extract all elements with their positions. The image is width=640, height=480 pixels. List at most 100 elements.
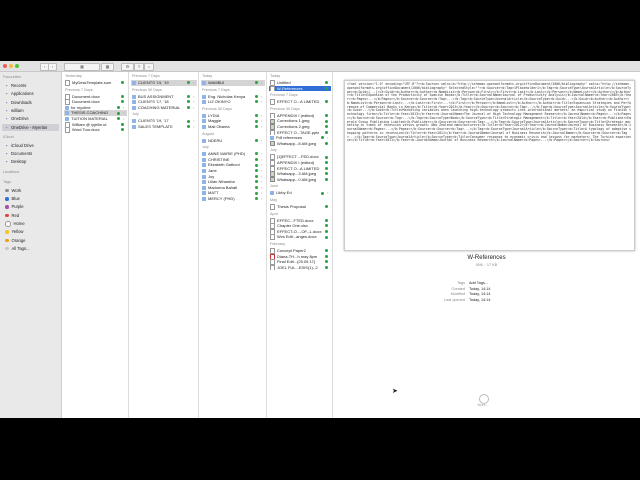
sidebar-item-label: Purple (11, 204, 24, 210)
close-window-button[interactable] (3, 64, 7, 68)
folder-icon (202, 191, 206, 196)
item-name: Maggie (208, 118, 222, 124)
sidebar-item[interactable]: Blue (2, 195, 59, 202)
folder-icon (202, 138, 206, 143)
folder-row[interactable]: SALES TEMPLATE › (131, 124, 197, 130)
sync-status-icon (321, 191, 324, 195)
folder-row[interactable]: Mali Obama › (201, 124, 265, 130)
sidebar-item[interactable]: Work (2, 187, 59, 194)
sidebar-item[interactable]: Home (2, 220, 59, 227)
sidebar-section-header: Tags (3, 179, 12, 184)
action-gear-icon[interactable]: ⚙ (121, 63, 134, 71)
date-group-header: July (202, 145, 209, 150)
column-3[interactable]: Today WAMBUI › Previous 7 Days Eng. Nicholas… (199, 72, 267, 418)
item-name: TUITION MATERIAL (71, 116, 108, 121)
date-group-header: July (270, 148, 277, 153)
tag-icon[interactable]: ○ (144, 63, 154, 71)
tag-color-dot-icon (5, 221, 11, 227)
folder-row[interactable]: MERCY (PHD) › (201, 196, 265, 202)
sidebar-item[interactable]: Yellow (2, 228, 59, 235)
sync-status-icon (325, 249, 328, 253)
sync-status-icon (325, 113, 328, 117)
sync-status-icon (255, 119, 258, 123)
sidebar-item[interactable]: ▪ Desktop (2, 158, 59, 165)
chevron-right-icon: › (193, 124, 195, 129)
folder-icon (202, 163, 206, 168)
item-name: Concept Paper2 (277, 248, 306, 254)
file-row[interactable]: JOEL FUL...ESIS(1)--2 (269, 264, 331, 271)
sidebar-item-label: OneDrive (11, 116, 29, 122)
item-name: Jane (208, 168, 217, 173)
sidebar-item-label: william (11, 107, 24, 113)
file-row[interactable]: W-References (269, 85, 331, 92)
sync-status-icon (325, 141, 328, 145)
column-1[interactable]: Yesterday MyDeskTemplate.sum Previous 7 Da… (62, 72, 129, 418)
file-row[interactable]: Word Tour.docx (64, 127, 127, 133)
sidebar-item[interactable]: ▪ OneDrive (2, 115, 59, 122)
file-row[interactable]: EFFECT O...A LIMITED (269, 99, 331, 105)
sidebar-item[interactable]: ▪ Applications (2, 90, 59, 97)
item-name: Document.docx (72, 99, 100, 105)
sync-status-icon (325, 161, 328, 165)
file-row[interactable]: Whatsapp...0 AM.jpeg (269, 177, 331, 183)
sidebar-item[interactable]: ▪ Downloads (2, 99, 59, 106)
applications-icon: ▪ (5, 91, 8, 97)
file-row[interactable]: Thesis Proposal (269, 204, 331, 210)
folder-row[interactable]: LIZ OKINYO › (201, 99, 265, 105)
file-row[interactable]: Whatsapp...8 AM.jpeg (269, 141, 331, 147)
sidebar-item[interactable]: ▪ iCloud Drive (2, 142, 59, 149)
folder-row[interactable]: NDERU › (201, 138, 265, 144)
date-group-header: Previous 7 Days (270, 93, 298, 98)
sidebar-item[interactable]: Purple (2, 203, 59, 210)
sidebar-item[interactable]: ▪ Recents (2, 82, 59, 89)
metadata-value: Today, 14:14 (469, 297, 491, 302)
clock-icon: ▪ (5, 83, 8, 88)
file-row[interactable]: Wvs Edit...anges.docx (269, 234, 331, 240)
folder-row[interactable]: WAMBUI › (201, 80, 265, 86)
sync-status-icon (255, 152, 258, 156)
item-name: Diana-TH...h may 8pm (277, 253, 318, 259)
share-icon[interactable]: ⇪ (134, 63, 144, 71)
folder-icon (65, 116, 69, 121)
document-icon (65, 80, 70, 86)
item-name: THESIS COACHING (71, 110, 109, 116)
item-name: Chapter One.xlsx (277, 223, 308, 229)
forward-button[interactable]: › (48, 63, 57, 71)
sync-status-icon (255, 169, 258, 173)
document-icon (270, 85, 275, 92)
minimize-window-button[interactable] (9, 64, 13, 68)
chevron-right-icon: › (261, 196, 263, 201)
folder-icon (65, 111, 69, 116)
item-name: Thesis Proposal (277, 204, 306, 210)
item-name: Libby Ed (276, 190, 292, 196)
date-group-header: February (270, 242, 286, 246)
sync-status-icon (187, 105, 190, 109)
file-row[interactable]: MyDeskTemplate.sum (64, 80, 127, 86)
sidebar-item-label: Desktop (11, 159, 27, 165)
folder-row[interactable]: CLIENTS '19, '19 › (131, 80, 197, 86)
group-button[interactable]: ▦ (101, 63, 114, 71)
column-2[interactable]: Previous 7 Days CLIENTS '19, '19 › Previous… (129, 72, 199, 418)
sync-status-icon (255, 163, 258, 167)
sidebar-item[interactable]: Red (2, 212, 59, 219)
view-mode-selector[interactable]: ▦ (64, 63, 100, 71)
tag-color-dot-icon (5, 197, 9, 201)
folder-row[interactable]: COACHING MATERIAL › (131, 105, 197, 111)
column-4[interactable]: Today Untitled W-References Previous 7 Days… (267, 72, 333, 418)
sidebar-item[interactable]: Orange (2, 237, 59, 244)
sync-status-icon (255, 81, 258, 85)
sidebar-item-label: Documents (11, 151, 33, 157)
add-tags-field[interactable]: Add Tags... (469, 281, 488, 285)
folder-icon (132, 124, 136, 129)
item-name: for myoline (71, 104, 91, 110)
sidebar-item[interactable]: ▪ william (2, 107, 59, 114)
sidebar-item[interactable]: All Tags... (2, 245, 59, 252)
folder-icon (202, 174, 206, 179)
zoom-window-button[interactable] (15, 64, 19, 68)
home-icon: ▪ (5, 107, 8, 113)
folder-icon (132, 80, 136, 85)
sidebar-item[interactable]: ▪ Documents (2, 150, 59, 157)
tag-color-dot-icon (5, 205, 9, 209)
sidebar-item[interactable]: ▪ OneDrive - Myerlan (2, 123, 59, 131)
folder-row[interactable]: Libby Ed › (269, 190, 331, 196)
